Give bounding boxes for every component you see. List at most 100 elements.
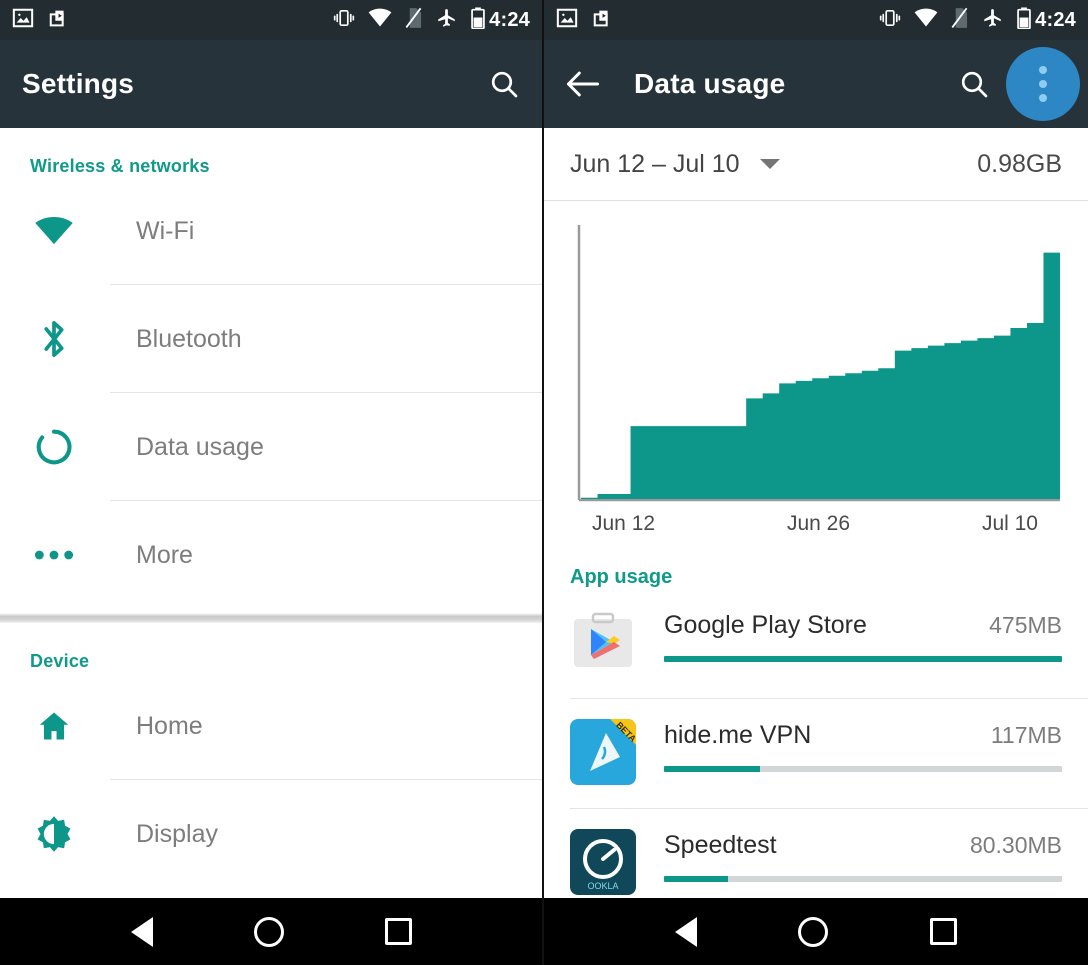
app-name: Google Play Store [664,611,867,639]
circle-home-icon [253,916,284,947]
square-recents-icon [384,918,412,945]
dual-screenshot-container: 4:24 Settings Wireless & networks Wi-Fi … [0,0,1088,965]
chart-x-tick-labels: Jun 12 Jun 26 Jul 10 [570,508,1062,536]
section-header-wireless: Wireless & networks [30,156,210,176]
app-size: 475MB [989,612,1062,638]
wifi-icon [368,8,392,32]
app-size: 117MB [990,722,1062,748]
airplane-mode-icon [435,7,458,34]
total-usage-value: 0.98GB [977,149,1062,178]
sidebar-item-label: Data usage [136,432,264,461]
search-icon[interactable] [488,68,520,100]
recents-button[interactable] [930,918,958,945]
vibrate-icon [879,8,901,33]
sidebar-item-label: Wi-Fi [136,216,195,245]
section-separator [0,613,542,623]
no-sim-icon [951,7,968,34]
battery-icon [1017,6,1031,34]
list-item-topline: hide.me VPN 117MB [664,721,1062,750]
android-nav-bar-right [544,898,1088,965]
status-bar-clock: 4:24 [1035,8,1076,31]
sidebar-item-label: Display [136,819,218,848]
back-button[interactable] [130,916,153,947]
wifi-icon [914,8,938,32]
list-item[interactable]: BETA hide.me VPN 117MB [544,699,1088,809]
list-item-body: Google Play Store 475MB [664,609,1062,662]
ookla-wordmark: OOKLA [587,881,618,891]
app-usage-header: App usage [570,566,673,588]
google-play-store-icon [570,609,636,675]
image-icon [12,7,34,34]
status-bar-right: 4:24 [544,0,1088,40]
image-icon [556,7,578,34]
cycle-range-label[interactable]: Jun 12 – Jul 10 [570,150,740,179]
video-capture-icon [48,7,70,34]
section-header-device: Device [30,651,90,671]
home-icon [26,708,82,744]
status-bar-notification-icons [12,7,70,34]
sidebar-item-label: More [136,540,193,569]
list-item-topline: Google Play Store 475MB [664,611,1062,640]
home-button[interactable] [798,916,829,947]
overflow-menu-icon [1039,66,1047,102]
usage-progress-track [664,656,1062,662]
sidebar-item-label: Bluetooth [136,324,242,353]
chevron-down-icon[interactable] [759,159,780,169]
search-icon[interactable] [958,68,990,100]
list-item[interactable]: Google Play Store 475MB [544,589,1088,699]
sidebar-item-more[interactable]: More [0,501,542,609]
wifi-icon [26,217,82,245]
android-nav-bar-left [0,898,542,965]
list-item-body: Speedtest 80.30MB [664,829,1062,882]
page-title: Data usage [634,68,786,99]
settings-screen: 4:24 Settings Wireless & networks Wi-Fi … [0,0,544,965]
circle-home-icon [798,916,829,947]
sidebar-item-wifi[interactable]: Wi-Fi [0,177,542,285]
home-button[interactable] [253,916,284,947]
chart-svg [577,225,1060,502]
chart-x-tick: Jun 12 [592,512,656,535]
sidebar-item-display[interactable]: Display [0,780,542,888]
hide-me-vpn-icon: BETA [570,719,636,785]
usage-progress-fill [664,766,760,772]
data-usage-screen: 4:24 Data usage Jun 12 – Jul 10 0.98GB J… [544,0,1088,965]
list-item-body: hide.me VPN 117MB [664,719,1062,772]
app-name: Speedtest [664,831,777,859]
speedtest-ookla-icon: OOKLA [570,829,636,895]
billing-cycle-row: Jun 12 – Jul 10 0.98GB [544,128,1088,201]
settings-toolbar: Settings [0,40,542,128]
status-bar-notification-icons [556,7,614,34]
sidebar-item-home[interactable]: Home [0,672,542,780]
airplane-mode-icon [981,7,1004,34]
video-capture-icon [592,7,614,34]
bluetooth-icon [26,319,82,359]
recents-button[interactable] [384,918,412,945]
data-usage-icon [26,428,82,466]
back-button[interactable] [674,916,697,947]
square-recents-icon [930,918,958,945]
chart-x-tick: Jun 26 [786,512,851,535]
usage-progress-track [664,876,1062,882]
status-bar-system-icons [333,6,485,34]
sidebar-item-bluetooth[interactable]: Bluetooth [0,285,542,393]
app-name: hide.me VPN [664,721,812,749]
app-size: 80.30MB [969,832,1062,858]
back-arrow-icon[interactable] [566,70,600,98]
chart-area-series [581,252,1060,499]
data-usage-toolbar: Data usage [544,40,1088,128]
sidebar-item-data-usage[interactable]: Data usage [0,393,542,501]
chart-plot-area [570,223,1062,508]
status-bar-left: 4:24 [0,0,542,40]
list-item-topline: Speedtest 80.30MB [664,831,1062,860]
usage-progress-fill [664,656,1062,662]
overflow-menu-button[interactable] [1006,47,1080,121]
data-usage-chart: Jun 12 Jun 26 Jul 10 [544,201,1088,536]
chart-x-tick: Jul 10 [981,512,1038,535]
triangle-back-icon [130,916,153,947]
brightness-icon [26,815,82,853]
status-bar-system-icons [879,6,1031,34]
status-bar-clock: 4:24 [489,8,530,31]
usage-progress-fill [664,876,728,882]
vibrate-icon [333,8,355,33]
sidebar-item-label: Home [136,711,203,740]
